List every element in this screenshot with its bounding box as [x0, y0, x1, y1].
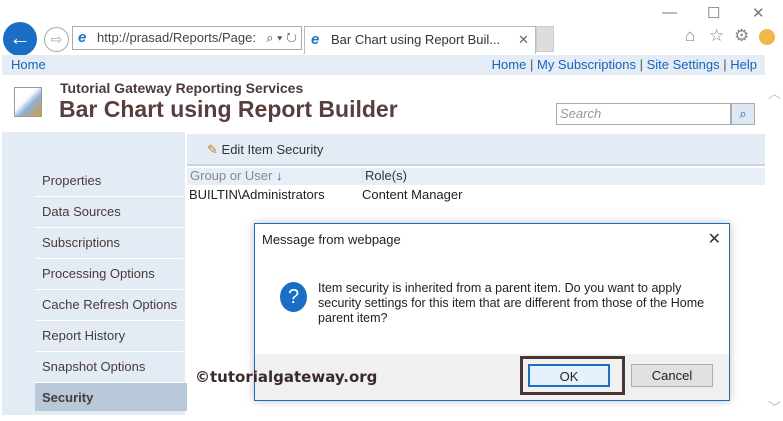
- site-settings-link[interactable]: Site Settings: [647, 57, 720, 72]
- dialog-message: Item security is inherited from a parent…: [318, 281, 705, 325]
- sidebar-item-properties[interactable]: Properties: [35, 166, 183, 197]
- search-icon: ⌕: [739, 106, 747, 121]
- sidebar-item-snapshot-options[interactable]: Snapshot Options: [35, 352, 183, 383]
- top-nav: Home Home | My Subscriptions | Site Sett…: [2, 55, 765, 75]
- favorites-star-icon[interactable]: ☆: [709, 26, 724, 46]
- search-input[interactable]: Search: [556, 103, 731, 125]
- toolbar: ✎ Edit Item Security: [187, 134, 765, 166]
- close-tab-icon[interactable]: ✕: [518, 27, 529, 53]
- page-scrollbar[interactable]: ︿ ﹀: [765, 75, 783, 415]
- question-icon: ?: [280, 282, 307, 312]
- edit-item-security-button[interactable]: ✎ Edit Item Security: [207, 142, 323, 158]
- table-row[interactable]: BUILTIN\Administrators Content Manager: [189, 187, 462, 202]
- help-link[interactable]: Help: [730, 57, 757, 72]
- column-roles: Role(s): [362, 168, 407, 183]
- address-bar[interactable]: e http://prasad/Reports/Page: ⌕ ▾ ↻: [72, 26, 302, 50]
- home-link[interactable]: Home: [492, 57, 527, 72]
- site-subtitle: Tutorial Gateway Reporting Services: [60, 80, 304, 96]
- new-tab-button[interactable]: [536, 26, 554, 52]
- cancel-button[interactable]: Cancel: [631, 364, 713, 387]
- ie-icon: e: [311, 31, 320, 48]
- cell-group-or-user[interactable]: BUILTIN\Administrators: [189, 187, 325, 202]
- page-title: Bar Chart using Report Builder: [59, 96, 398, 122]
- sidebar-item-subscriptions[interactable]: Subscriptions: [35, 228, 183, 259]
- report-icon: [14, 87, 42, 117]
- column-group-or-user[interactable]: Group or User ↓: [190, 168, 283, 183]
- sidebar-item-report-history[interactable]: Report History: [35, 321, 183, 352]
- dialog-title: Message from webpage: [262, 232, 401, 247]
- tab-title: Bar Chart using Report Buil...: [331, 32, 501, 47]
- home-link-left[interactable]: Home: [11, 55, 46, 75]
- my-subscriptions-link[interactable]: My Subscriptions: [537, 57, 636, 72]
- sidebar-item-security[interactable]: Security: [35, 383, 187, 411]
- gear-icon[interactable]: ⚙: [734, 26, 749, 46]
- sidebar-item-cache-refresh-options[interactable]: Cache Refresh Options: [35, 290, 183, 321]
- home-icon[interactable]: ⌂: [685, 26, 695, 46]
- ok-button[interactable]: OK: [528, 364, 610, 387]
- dialog-close-icon[interactable]: ✕: [708, 229, 721, 249]
- minimize-button[interactable]: —: [662, 4, 677, 21]
- sidebar-item-data-sources[interactable]: Data Sources: [35, 197, 183, 228]
- url-text: http://prasad/Reports/Page:: [97, 30, 256, 45]
- search-refresh-icons[interactable]: ⌕ ▾ ↻: [263, 27, 297, 49]
- close-window-button[interactable]: ✕: [752, 4, 765, 22]
- maximize-button[interactable]: ☐: [707, 4, 720, 22]
- sidebar: Properties Data Sources Subscriptions Pr…: [2, 132, 187, 415]
- forward-button[interactable]: ⇨: [44, 27, 69, 52]
- browser-tab[interactable]: e Bar Chart using Report Buil... ✕: [304, 26, 536, 54]
- scroll-up-icon[interactable]: ︿: [768, 83, 781, 102]
- smiley-feedback-icon[interactable]: [759, 29, 775, 45]
- sort-arrow-down-icon: ↓: [276, 168, 283, 183]
- back-button[interactable]: ←: [3, 22, 37, 56]
- table-header: Group or User ↓ Role(s): [187, 168, 765, 185]
- scroll-down-icon[interactable]: ﹀: [768, 397, 781, 416]
- search-button[interactable]: ⌕: [731, 103, 755, 125]
- sidebar-item-processing-options[interactable]: Processing Options: [35, 259, 183, 290]
- cell-role: Content Manager: [362, 187, 463, 202]
- edit-security-icon: ✎: [207, 142, 218, 157]
- ie-icon: e: [78, 29, 87, 46]
- edit-item-security-label: Edit Item Security: [221, 142, 324, 157]
- watermark: ©tutorialgateway.org: [195, 368, 378, 386]
